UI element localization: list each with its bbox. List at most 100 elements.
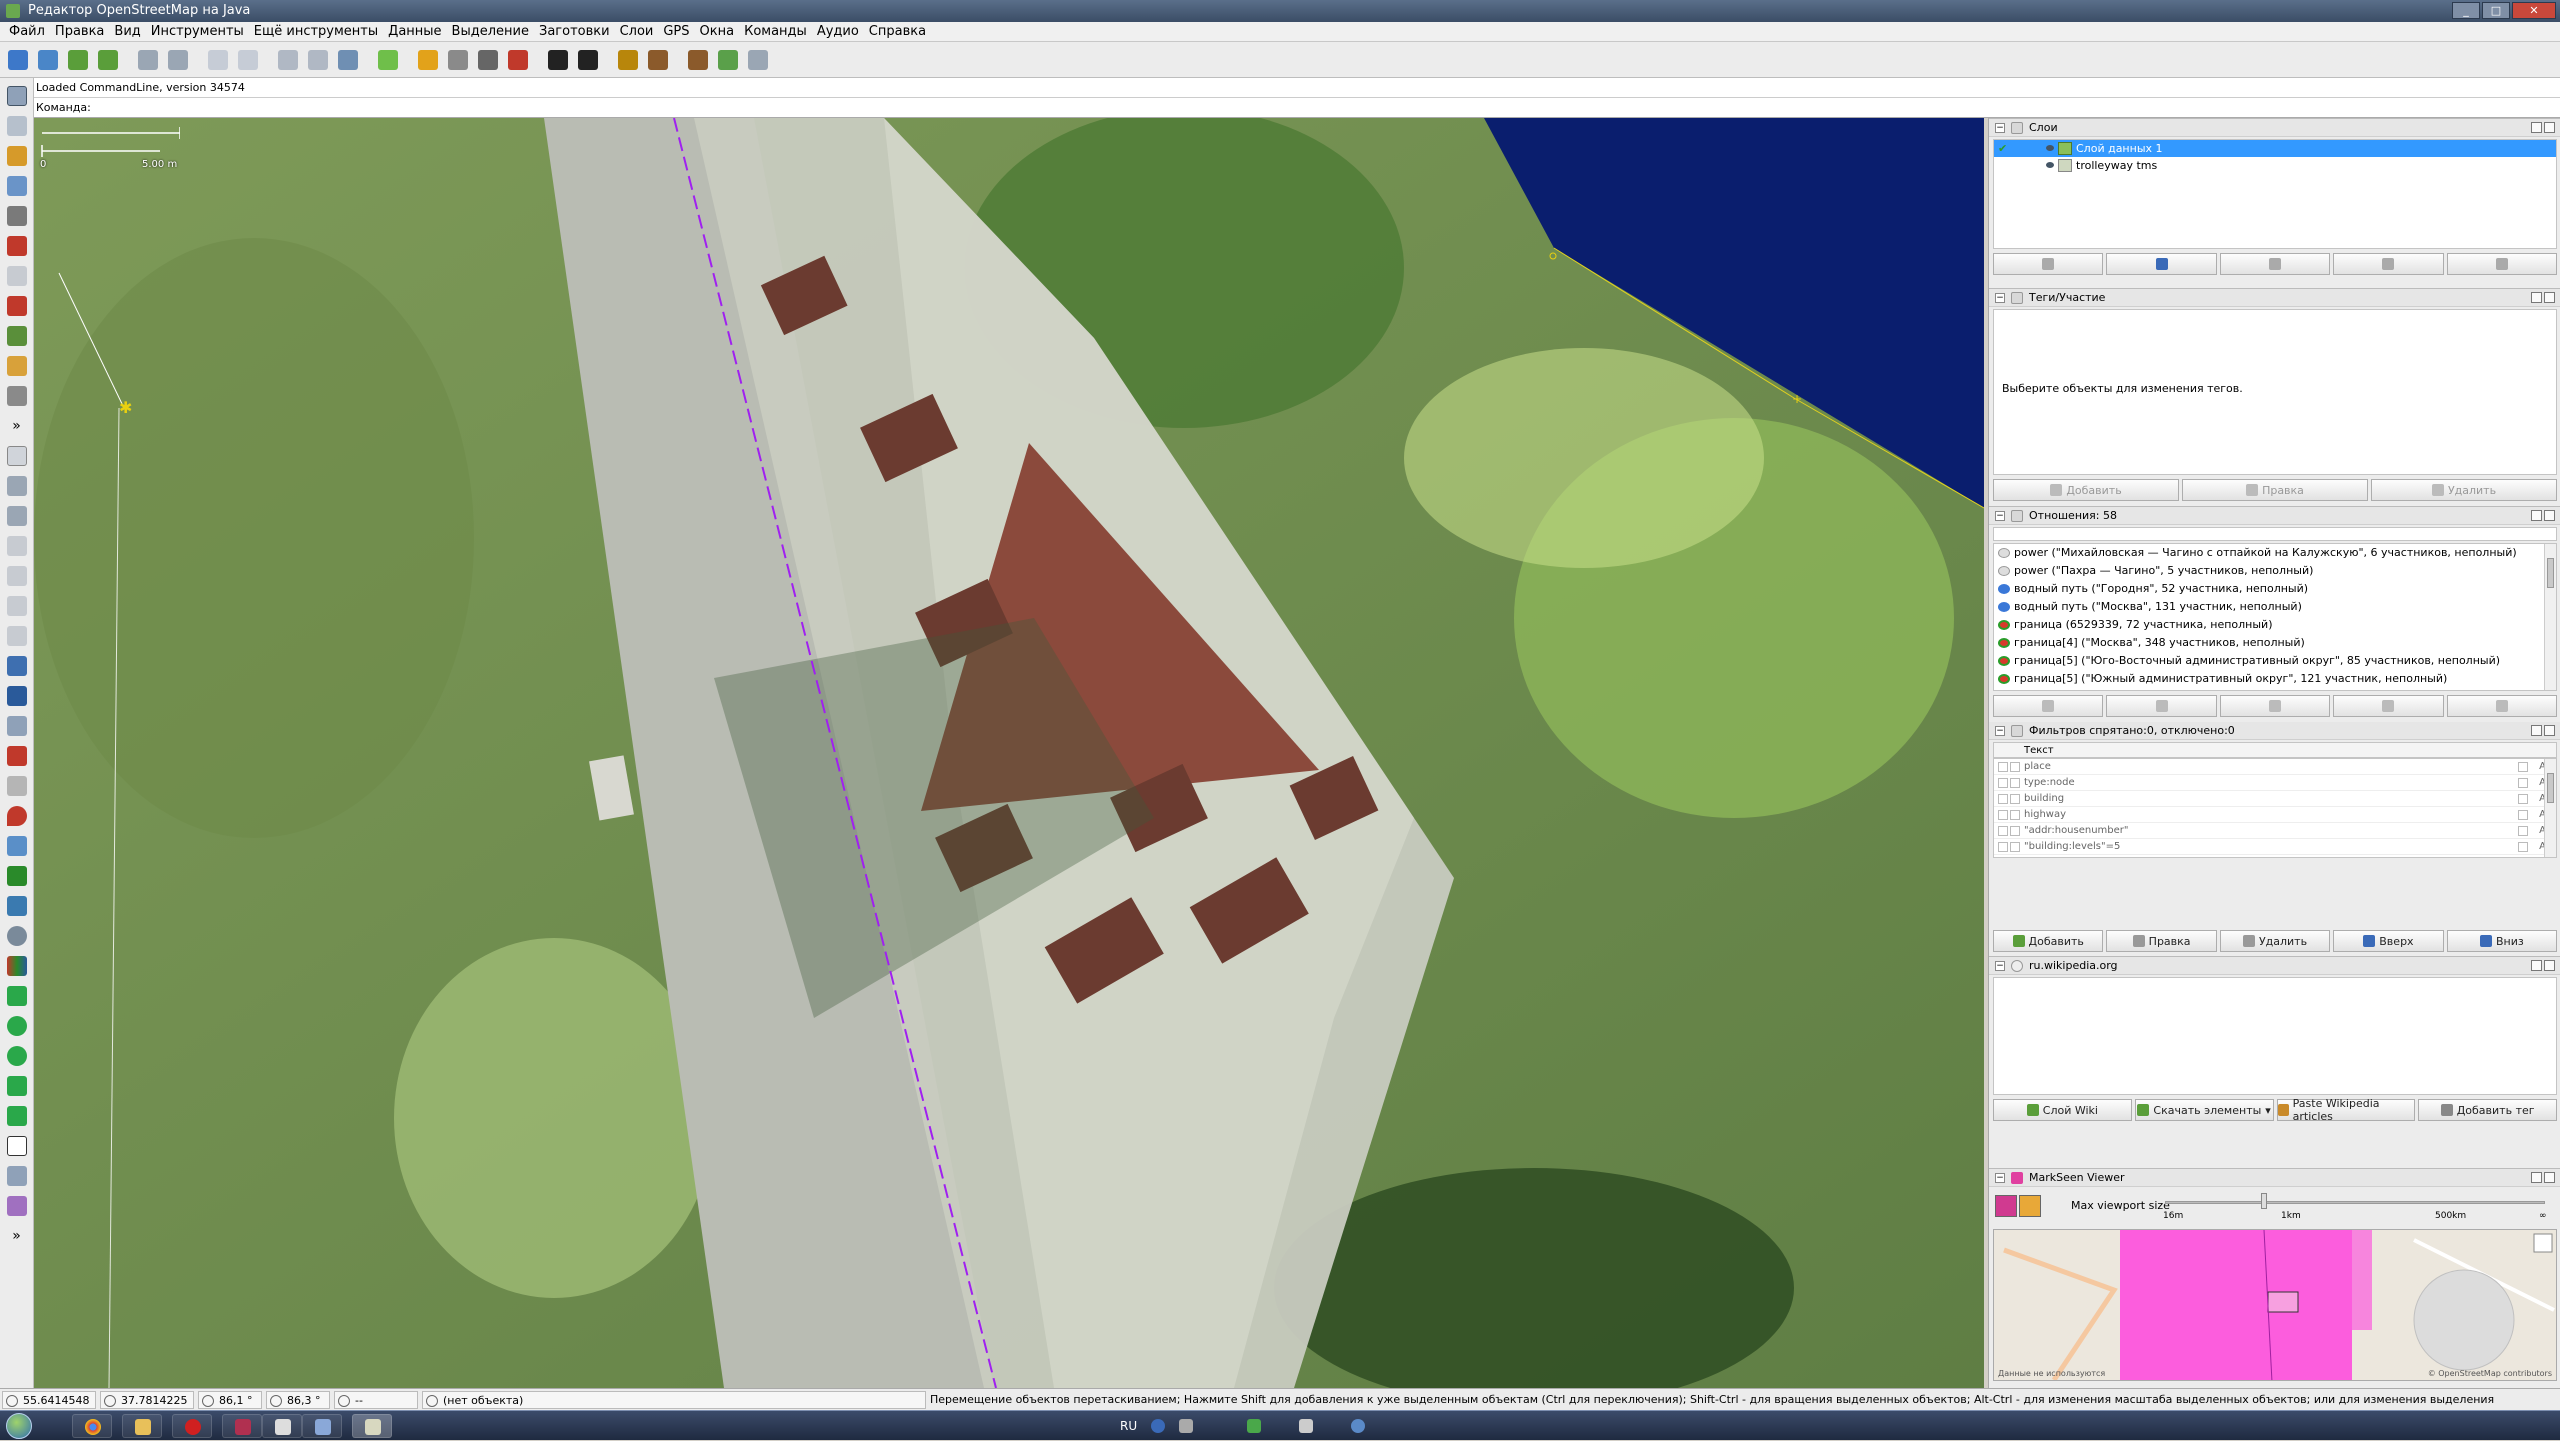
undo-button[interactable]	[134, 46, 162, 74]
detach-button[interactable]	[2531, 292, 2542, 303]
filter-row[interactable]: "addr:housenumber" A	[1994, 823, 2556, 839]
add-relation-button[interactable]	[1993, 695, 2104, 717]
relation-row[interactable]: power ("Михайловская — Чагино с отпайкой…	[1994, 544, 2556, 562]
improve-way-tool[interactable]	[4, 262, 30, 290]
wms-toggle[interactable]	[4, 772, 30, 800]
detach-button[interactable]	[2531, 1172, 2542, 1183]
preset-landuse-button[interactable]	[714, 46, 742, 74]
preset-traffic-light-button[interactable]	[414, 46, 442, 74]
taskbar-app6[interactable]	[302, 1414, 342, 1438]
taskbar-app5[interactable]	[262, 1414, 302, 1438]
menu-tools[interactable]: Инструменты	[146, 24, 249, 39]
duplicate-relation-button[interactable]	[2219, 695, 2331, 717]
preset-info-button[interactable]	[614, 46, 642, 74]
layer-row-imagery[interactable]: trolleyway tms	[1994, 157, 2556, 174]
globe-toggle[interactable]	[4, 922, 30, 950]
collapse-toggle[interactable]: −	[1995, 293, 2005, 303]
hot-toggle[interactable]	[4, 1132, 30, 1160]
filter-row[interactable]: "building:levels"=5 A	[1994, 839, 2556, 855]
preset-restaurant-button[interactable]	[644, 46, 672, 74]
help-icon[interactable]	[1151, 1419, 1166, 1433]
info-toggle[interactable]	[4, 1012, 30, 1040]
detach-button[interactable]	[2531, 960, 2542, 971]
command-line[interactable]: Команда:	[34, 98, 2560, 118]
save-button[interactable]	[34, 46, 62, 74]
merge-button[interactable]	[2219, 253, 2331, 275]
paste-wikipedia-button[interactable]: Paste Wikipedia articles	[2276, 1097, 2416, 1123]
preset-bus-button[interactable]	[574, 46, 602, 74]
delete-filter-button[interactable]: Удалить	[2219, 930, 2331, 952]
relation-row[interactable]: граница[5] ("Юго-Восточный административ…	[1994, 652, 2556, 670]
relations-search[interactable]	[1993, 527, 2557, 541]
camera-toggle[interactable]	[4, 892, 30, 920]
edit-tag-button[interactable]: Правка	[2182, 479, 2368, 501]
minimap-toggle[interactable]	[4, 622, 30, 650]
delete-relation-button[interactable]	[2333, 695, 2444, 717]
markseen-minimap[interactable]: Данные не используются © OpenStreetMap c…	[1993, 1229, 2557, 1381]
menu-more-tools[interactable]: Ещё инструменты	[249, 24, 383, 39]
taskbar-chrome[interactable]	[72, 1414, 112, 1438]
delete-layer-button[interactable]	[2446, 253, 2558, 275]
close-panel-button[interactable]	[2544, 122, 2555, 133]
minimize-button[interactable]: _	[2452, 2, 2480, 19]
clear-marks-button[interactable]	[1995, 1195, 2017, 1217]
taskbar-app4[interactable]	[222, 1414, 262, 1438]
menu-audio[interactable]: Аудио	[812, 24, 864, 39]
delete-tag-button[interactable]: Удалить	[2371, 479, 2557, 501]
viewport-slider-track[interactable]	[2165, 1201, 2545, 1204]
close-panel-button[interactable]	[2544, 960, 2555, 971]
edit-filter-button[interactable]: Правка	[2106, 930, 2217, 952]
edit-relation-button[interactable]	[2106, 695, 2217, 717]
menu-file[interactable]: Файл	[4, 24, 50, 39]
download-button[interactable]	[64, 46, 92, 74]
menu-selection[interactable]: Выделение	[447, 24, 534, 39]
close-panel-button[interactable]	[2544, 510, 2555, 521]
extrude-tool[interactable]	[4, 292, 30, 320]
menu-gps[interactable]: GPS	[658, 24, 694, 39]
record-button[interactable]	[2019, 1195, 2041, 1217]
funnel-toggle[interactable]	[4, 1102, 30, 1130]
viewport-slider-thumb[interactable]	[2261, 1193, 2267, 1209]
close-panel-button[interactable]	[2544, 725, 2555, 736]
filter-row[interactable]: place A	[1994, 759, 2556, 775]
tray-app-icon[interactable]	[1179, 1419, 1194, 1433]
menu-commands[interactable]: Команды	[739, 24, 812, 39]
pencil-tool[interactable]	[4, 352, 30, 380]
redo-button[interactable]	[164, 46, 192, 74]
maximize-button[interactable]: □	[2482, 2, 2510, 19]
zoom-data-button[interactable]	[204, 46, 232, 74]
collapse-toggle[interactable]: −	[1995, 961, 2005, 971]
add-node-toggle[interactable]	[4, 862, 30, 890]
changeset-toggle[interactable]	[4, 652, 30, 680]
visibility-eye-icon[interactable]	[2046, 145, 2054, 151]
detach-button[interactable]	[2531, 122, 2542, 133]
visibility-eye-icon[interactable]	[2046, 162, 2054, 168]
select-tool[interactable]	[4, 82, 30, 110]
more-panels-button[interactable]: »	[4, 1222, 30, 1250]
filter-toggle[interactable]	[4, 712, 30, 740]
imagery-button[interactable]	[374, 46, 402, 74]
delete-tool[interactable]	[4, 202, 30, 230]
taskbar-opera[interactable]	[172, 1414, 212, 1438]
relation-row[interactable]: водный путь ("Городня", 52 участника, не…	[1994, 580, 2556, 598]
copy-button[interactable]	[744, 46, 772, 74]
upload-button[interactable]	[94, 46, 122, 74]
relation-row[interactable]: граница[5] ("Южный административный окру…	[1994, 670, 2556, 688]
conflict-toggle[interactable]	[4, 592, 30, 620]
relations-toggle[interactable]	[4, 502, 30, 530]
collapse-toggle[interactable]: −	[1995, 511, 2005, 521]
network-icon[interactable]	[1247, 1419, 1262, 1433]
move-up-button[interactable]	[1993, 253, 2104, 275]
shape-tool[interactable]	[4, 322, 30, 350]
menu-windows[interactable]: Окна	[695, 24, 740, 39]
filter-row[interactable]: building A	[1994, 791, 2556, 807]
close-panel-button[interactable]	[2544, 1172, 2555, 1183]
add-tag-wiki-button[interactable]: Добавить тег	[2418, 1099, 2557, 1121]
history-toggle[interactable]	[4, 562, 30, 590]
collapse-toggle[interactable]: −	[1995, 1173, 2005, 1183]
add-filter-button[interactable]: Добавить	[1993, 930, 2104, 952]
language-indicator[interactable]: RU	[1120, 1411, 1137, 1441]
preset-building-button[interactable]	[504, 46, 532, 74]
edit-layer-button[interactable]	[2333, 253, 2444, 275]
gift-toggle[interactable]	[4, 742, 30, 770]
